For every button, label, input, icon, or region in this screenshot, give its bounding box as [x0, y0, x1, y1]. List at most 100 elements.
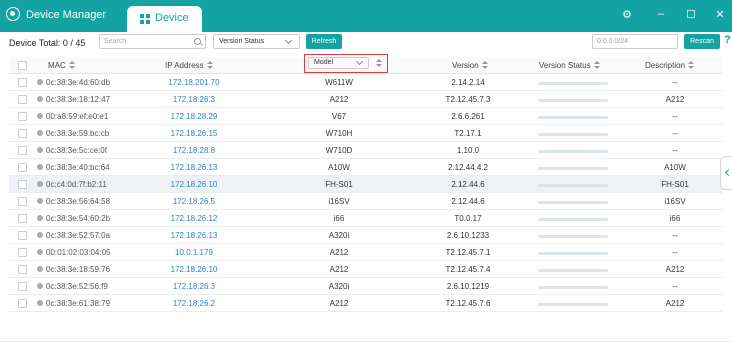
- header-ip-address[interactable]: IP Address: [165, 61, 213, 70]
- sort-icon: [481, 61, 488, 69]
- tab-device-label: Device: [155, 12, 189, 24]
- chevron-down-icon: [355, 57, 364, 66]
- ip-link[interactable]: 172.18.26.15: [149, 129, 239, 138]
- rescan-button[interactable]: Rescan: [684, 34, 720, 49]
- ip-link[interactable]: 172.18.26.12: [149, 214, 239, 223]
- mac-cell: 0c:38:3e:40:bc:64: [37, 163, 110, 172]
- row-checkbox[interactable]: [18, 95, 27, 104]
- ip-link[interactable]: 172.18.26.3: [149, 95, 239, 104]
- row-checkbox[interactable]: [18, 112, 27, 121]
- ip-link[interactable]: 172.18.26.13: [149, 231, 239, 240]
- tab-device[interactable]: Device: [127, 6, 202, 32]
- search-icon[interactable]: [194, 38, 201, 45]
- row-checkbox[interactable]: [18, 265, 27, 274]
- table-row[interactable]: 0c:38:3e:40:bc:64 172.18.26.13 A10W 2.12…: [9, 159, 722, 176]
- version-status-select[interactable]: Version Status: [213, 34, 300, 49]
- header-description[interactable]: Description: [645, 61, 695, 70]
- ip-link[interactable]: 172.18.28.29: [149, 112, 239, 121]
- ip-link[interactable]: 172.18.201.70: [149, 78, 239, 87]
- table-row[interactable]: 00:01:02:03:04:05 10.0.1.179 A212 T2.12.…: [9, 244, 722, 261]
- header-mac[interactable]: MAC: [48, 61, 75, 70]
- ip-link[interactable]: 172.18.26.10: [149, 265, 239, 274]
- ip-link[interactable]: 172.18.26.10: [149, 180, 239, 189]
- row-checkbox[interactable]: [18, 214, 27, 223]
- model-filter-highlight: Model: [304, 54, 388, 73]
- table-row[interactable]: 0c:38:3e:5c:ce:0f 172.18.28.8 W710D 1.10…: [9, 142, 722, 159]
- model-cell: A320i: [328, 282, 350, 291]
- table-row[interactable]: 00:a8:59:ef:e0:e1 172.18.28.29 V67 2.6.6…: [9, 108, 722, 125]
- help-icon[interactable]: ?: [724, 34, 731, 46]
- table-row[interactable]: 0c:38:3e:56:64:58 172.18.26.5 i16SV 2.12…: [9, 193, 722, 210]
- ip-range-input[interactable]: 0.0.0.0/24: [592, 34, 678, 49]
- status-dot-icon: [37, 147, 43, 153]
- ip-link[interactable]: 172.18.26.13: [149, 163, 239, 172]
- minimize-icon[interactable]: –: [654, 8, 668, 20]
- ip-link[interactable]: 172.18.26.3: [149, 282, 239, 291]
- maximize-icon[interactable]: ☐: [684, 8, 698, 21]
- table-row[interactable]: 0c:38:3e:52:56:f9 172.18.26.3 A320i 2.6.…: [9, 278, 722, 295]
- table-row[interactable]: 0c:38:3e:61:38:79 172.18.26.2 A212 T2.12…: [9, 295, 722, 312]
- table-row[interactable]: 0c:38:3e:54:60:2b 172.18.26.12 i66 T0.0.…: [9, 210, 722, 227]
- search-input[interactable]: [102, 35, 190, 48]
- close-icon[interactable]: ✕: [713, 8, 727, 21]
- header-version[interactable]: Version: [452, 61, 488, 70]
- table-row[interactable]: 0c:38:3e:52:57:0a 172.18.26.13 A320i 2.6…: [9, 227, 722, 244]
- device-total-count: Device Total: 0 / 45: [9, 38, 86, 48]
- app-logo-icon: [6, 7, 20, 21]
- version-status-bar: [538, 167, 608, 170]
- version-cell: 2.12.44.4.2: [447, 163, 489, 172]
- model-cell: A320i: [328, 231, 350, 240]
- description-cell: --: [672, 248, 678, 257]
- model-filter-select[interactable]: Model: [308, 57, 369, 69]
- status-dot-icon: [37, 113, 43, 119]
- description-cell: --: [672, 231, 678, 240]
- sort-icon: [593, 61, 600, 69]
- description-cell: i16SV: [664, 197, 686, 206]
- row-checkbox[interactable]: [18, 231, 27, 240]
- ip-link[interactable]: 172.18.28.8: [149, 146, 239, 155]
- row-checkbox[interactable]: [18, 129, 27, 138]
- header-version-status[interactable]: Version Status: [539, 61, 600, 70]
- row-checkbox[interactable]: [18, 180, 27, 189]
- row-checkbox[interactable]: [18, 299, 27, 308]
- ip-link[interactable]: 172.18.26.2: [149, 299, 239, 308]
- table-row[interactable]: 0c:38:3e:59:bc:cb 172.18.26.15 W710H T2.…: [9, 125, 722, 142]
- side-panel-toggle[interactable]: [720, 156, 732, 190]
- ip-link[interactable]: 172.18.26.5: [149, 197, 239, 206]
- version-status-bar: [538, 82, 608, 85]
- row-checkbox[interactable]: [18, 146, 27, 155]
- row-checkbox[interactable]: [18, 78, 27, 87]
- refresh-button[interactable]: Refresh: [306, 34, 342, 49]
- version-status-bar: [538, 218, 608, 221]
- description-cell: --: [672, 78, 678, 87]
- table-header: MAC IP Address Model Version Version Sta…: [9, 54, 722, 74]
- ip-link[interactable]: 10.0.1.179: [149, 248, 239, 257]
- model-cell: A212: [329, 248, 349, 257]
- table-row[interactable]: 0c:38:3e:18:12:47 172.18.26.3 A212 T2.12…: [9, 91, 722, 108]
- select-all-checkbox[interactable]: [18, 61, 27, 70]
- table-row[interactable]: 0c:38:3e:4d:60:db 172.18.201.70 W611W 2.…: [9, 74, 722, 91]
- status-dot-icon: [37, 249, 43, 255]
- table-row-hovered[interactable]: 0c:c4:0d:7f:b2:11 172.18.26.10 FH-S01 2.…: [9, 176, 722, 193]
- mac-cell: 0c:38:3e:18:12:47: [37, 95, 110, 104]
- table-row[interactable]: 0c:38:3e:18:59:76 172.18.26.10 A212 T2.1…: [9, 261, 722, 278]
- status-dot-icon: [37, 300, 43, 306]
- status-dot-icon: [37, 181, 43, 187]
- mac-cell: 0c:38:3e:4d:60:db: [37, 78, 110, 87]
- settings-gear-icon[interactable]: ⚙: [620, 8, 634, 21]
- model-cell: W710H: [325, 129, 353, 138]
- row-checkbox[interactable]: [18, 197, 27, 206]
- status-dot-icon: [37, 198, 43, 204]
- version-cell: 2.12.44.6: [451, 180, 485, 189]
- description-cell: A212: [665, 95, 685, 104]
- search-box[interactable]: [99, 34, 206, 49]
- row-checkbox[interactable]: [18, 248, 27, 257]
- row-checkbox[interactable]: [18, 163, 27, 172]
- version-status-bar: [538, 303, 608, 306]
- description-cell: i66: [669, 214, 681, 223]
- app-title: Device Manager: [26, 9, 107, 21]
- status-dot-icon: [37, 79, 43, 85]
- row-checkbox[interactable]: [18, 282, 27, 291]
- version-cell: 2.6.10.1233: [446, 231, 490, 240]
- model-sort-icon[interactable]: [376, 59, 382, 67]
